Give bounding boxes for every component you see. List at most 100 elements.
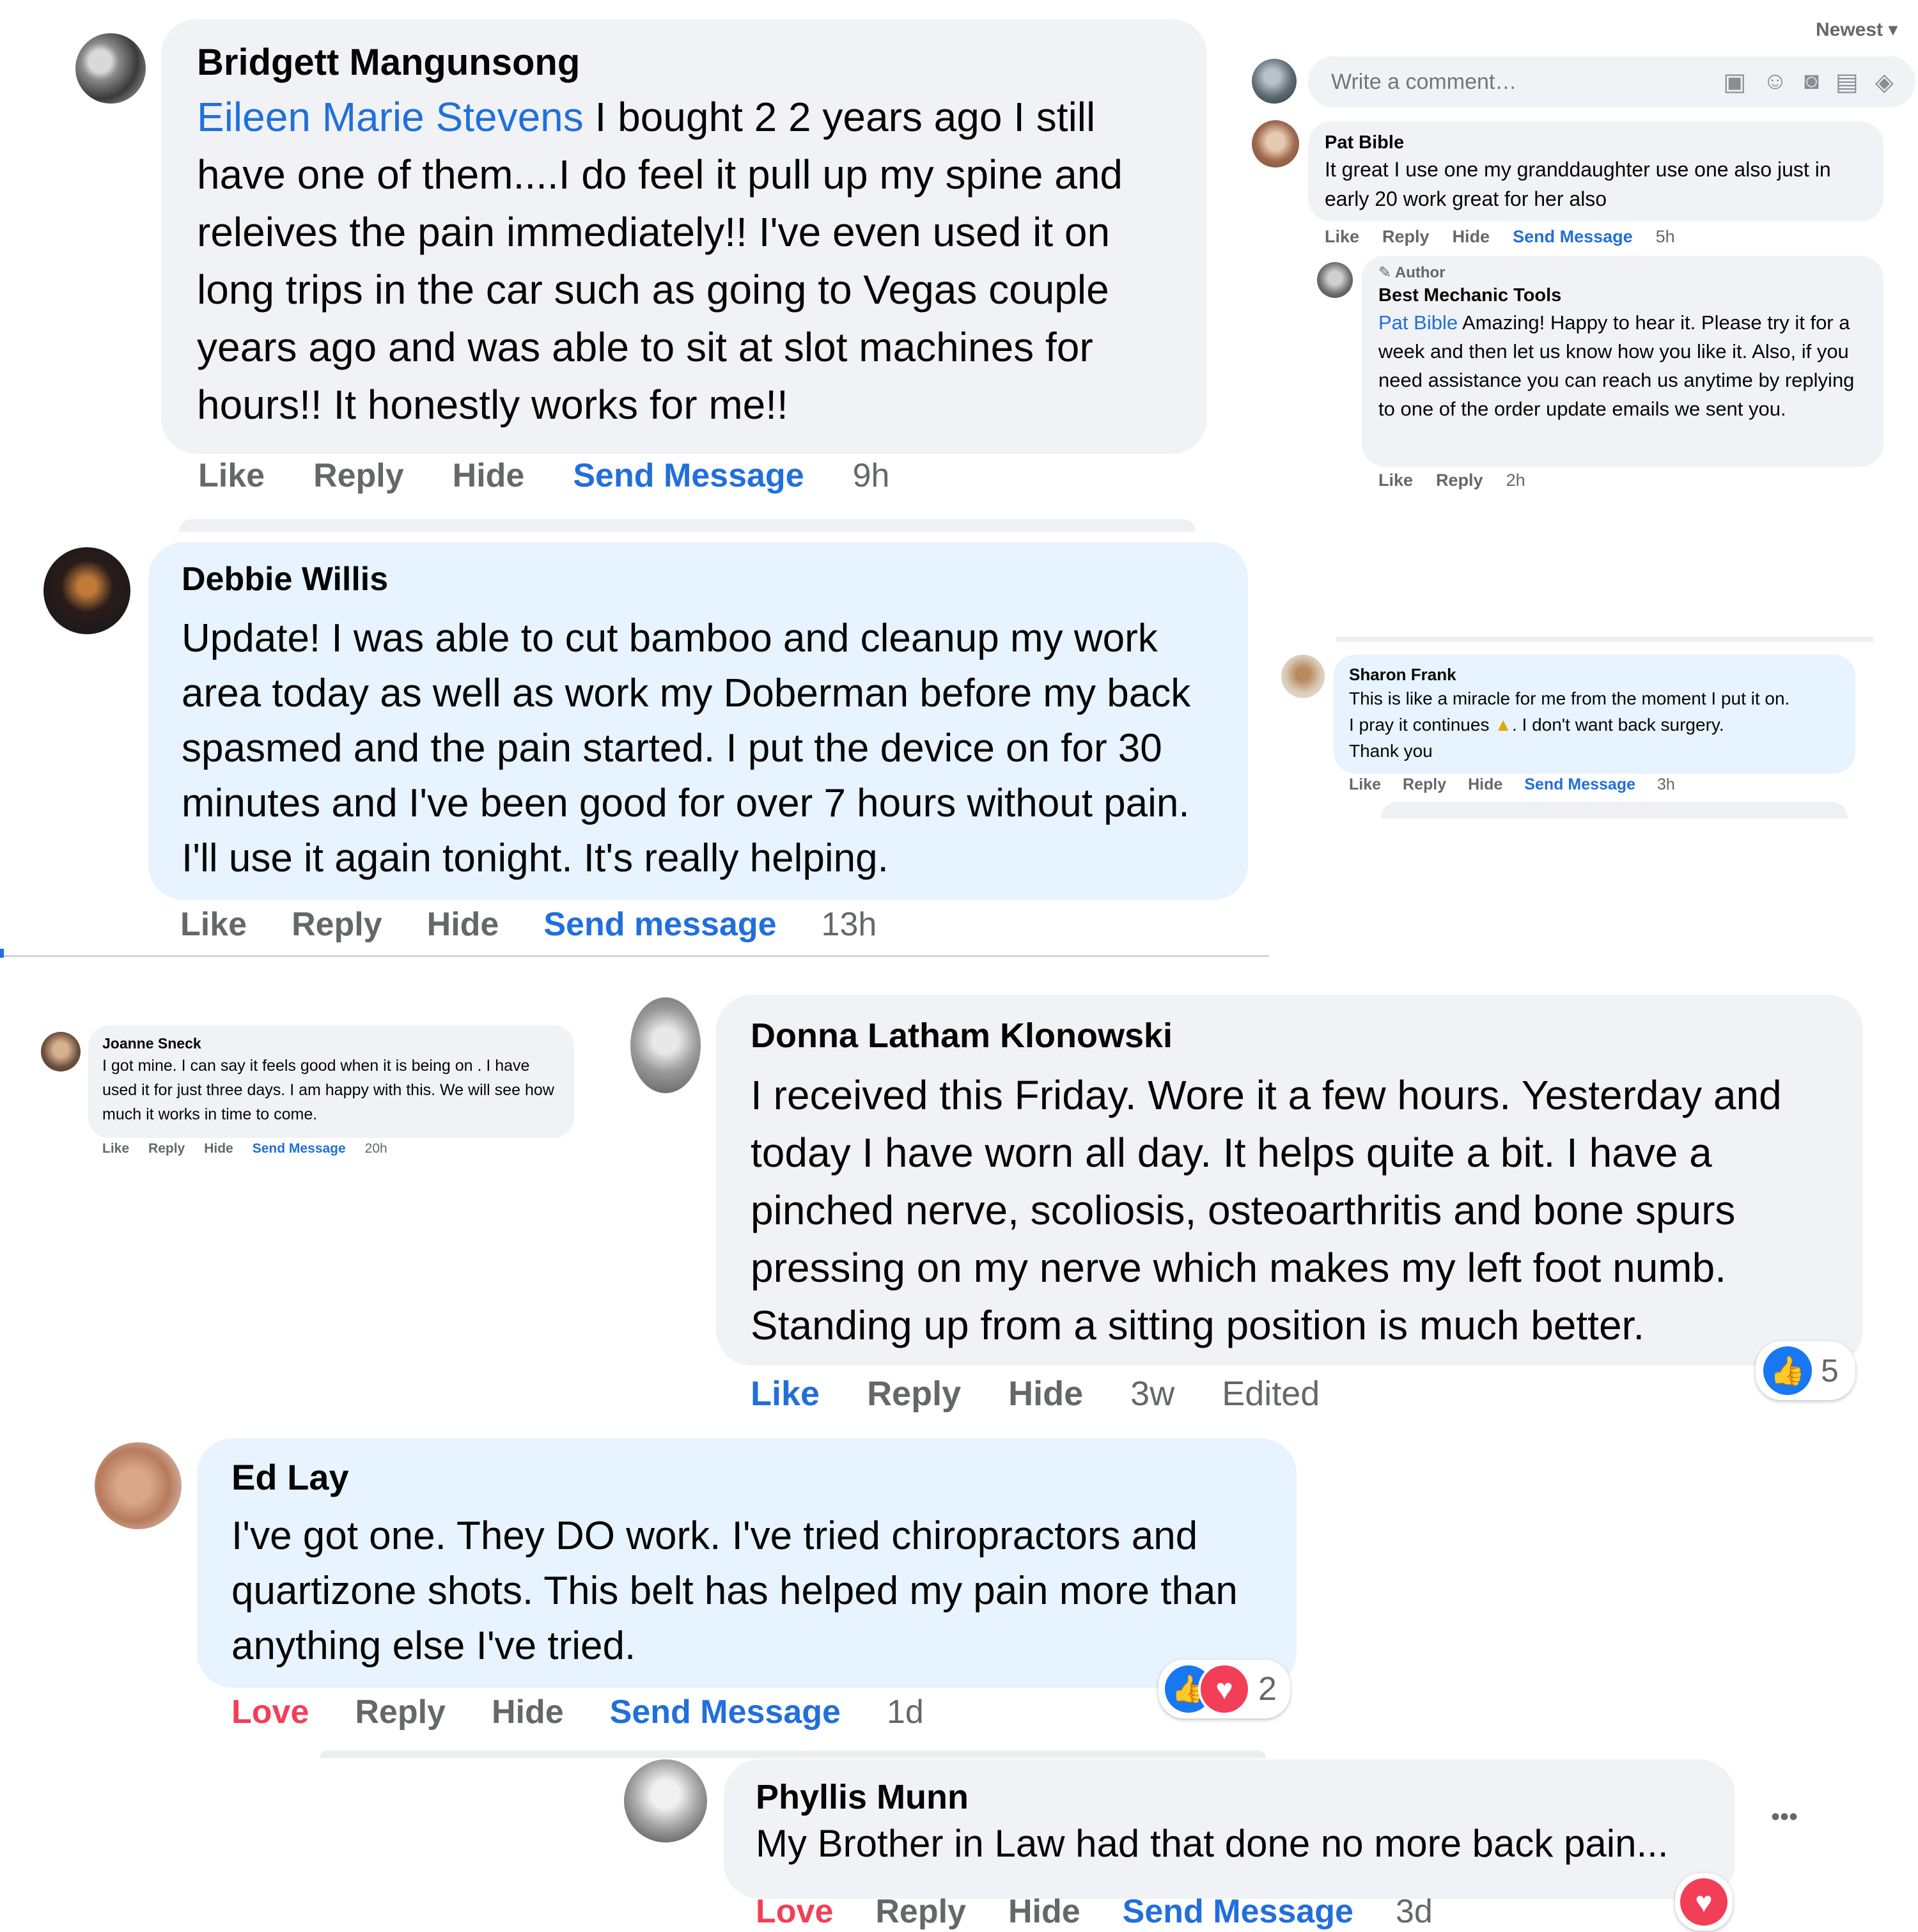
like-button[interactable]: Like <box>180 905 247 944</box>
comment-bubble-pat: Pat Bible It great I use one my granddau… <box>1308 121 1883 221</box>
reply-button[interactable]: Reply <box>875 1892 966 1931</box>
more-options-icon[interactable]: ••• <box>1771 1803 1798 1832</box>
send-message-button[interactable]: Send Message <box>573 456 804 495</box>
comment-bubble-ed: Ed Lay I've got one. They DO work. I've … <box>197 1438 1297 1688</box>
sort-dropdown[interactable]: Newest ▾ <box>1816 19 1898 41</box>
send-message-button[interactable]: Send Message <box>610 1693 841 1731</box>
comment-actions: Like Reply Hide Send Message 3h <box>1349 774 1675 795</box>
like-button[interactable]: Like <box>1378 471 1413 490</box>
love-button[interactable]: Love <box>231 1693 309 1731</box>
like-button[interactable]: Like <box>1349 775 1381 794</box>
comment-author[interactable]: Best Mechanic Tools <box>1378 283 1867 308</box>
like-button[interactable]: Like <box>1325 227 1359 247</box>
divider <box>179 519 1196 532</box>
reply-button[interactable]: Reply <box>148 1141 185 1157</box>
avatar[interactable] <box>75 33 146 104</box>
emoji-icon[interactable]: ☺ <box>1763 68 1788 97</box>
hide-button[interactable]: Hide <box>1453 227 1490 247</box>
reply-button[interactable]: Reply <box>1403 775 1446 794</box>
hide-button[interactable]: Hide <box>204 1141 233 1157</box>
reply-button[interactable]: Reply <box>355 1693 446 1731</box>
comment-author[interactable]: Joanne Sneck <box>102 1033 560 1054</box>
comment-body: . I don't want back surgery. <box>1511 715 1724 735</box>
hide-button[interactable]: Hide <box>492 1693 564 1731</box>
reaction-count: 2 <box>1258 1671 1277 1708</box>
comment-bubble-donna: Donna Latham Klonowski I received this F… <box>716 995 1863 1366</box>
comment-body: I got mine. I can say it feels good when… <box>102 1057 554 1123</box>
comment-body: I pray it continues <box>1349 715 1490 735</box>
comment-author[interactable]: Ed Lay <box>231 1456 1262 1499</box>
hide-button[interactable]: Hide <box>1468 775 1502 794</box>
send-message-button[interactable]: Send Message <box>1513 227 1633 247</box>
like-button[interactable]: Like <box>198 456 265 495</box>
comment-author[interactable]: Phyllis Munn <box>756 1776 1703 1818</box>
reaction-summary[interactable]: ♥ <box>1675 1873 1733 1931</box>
reply-button[interactable]: Reply <box>1436 471 1483 490</box>
reply-button[interactable]: Reply <box>1382 227 1430 247</box>
comment-author[interactable]: Debbie Willis <box>182 559 1215 600</box>
camera-icon[interactable]: ◙ <box>1804 68 1819 97</box>
avatar[interactable] <box>1252 120 1299 167</box>
comment-line: I pray it continues ▲. I don't want back… <box>1349 712 1840 738</box>
reply-button[interactable]: Reply <box>292 905 382 944</box>
comment-bubble-sharon: Sharon Frank This is like a miracle for … <box>1334 655 1855 774</box>
reaction-summary[interactable]: 👍 5 <box>1756 1341 1855 1400</box>
hide-button[interactable]: Hide <box>453 456 525 495</box>
comment-bubble-joanne: Joanne Sneck I got mine. I can say it fe… <box>88 1025 574 1138</box>
divider <box>1336 637 1873 642</box>
send-message-button[interactable]: Send message <box>543 905 776 944</box>
avatar[interactable] <box>41 1032 81 1071</box>
comment-author[interactable]: Bridgett Mangunsong <box>197 40 1171 86</box>
comment-actions: Love Reply Hide Send Message 3d <box>756 1891 1433 1932</box>
gif-icon[interactable]: ▤ <box>1836 68 1859 97</box>
comment-body: It great I use one my granddaughter use … <box>1325 158 1831 210</box>
hide-button[interactable]: Hide <box>1008 1892 1080 1931</box>
mention-link[interactable]: Eileen Marie Stevens <box>197 94 584 140</box>
reply-button[interactable]: Reply <box>313 456 404 495</box>
comment-body: Update! I was able to cut bamboo and cle… <box>182 616 1191 880</box>
avatar-sticker-icon[interactable]: ▣ <box>1723 68 1746 97</box>
avatar[interactable] <box>1317 262 1353 298</box>
comment-actions: Love Reply Hide Send Message 1d <box>231 1692 924 1733</box>
comment-actions: Like Reply Hide Send Message 5h <box>1325 225 1675 248</box>
chevron-down-icon: ▾ <box>1883 19 1898 40</box>
send-message-button[interactable]: Send Message <box>1123 1892 1353 1931</box>
send-message-button[interactable]: Send Message <box>253 1141 346 1157</box>
pencil-icon: ✎ <box>1378 264 1395 281</box>
comment-bubble-phyllis: Phyllis Munn My Brother in Law had that … <box>724 1759 1735 1899</box>
comment-text: Eileen Marie Stevens I bought 2 2 years … <box>197 88 1171 433</box>
avatar[interactable] <box>624 1759 707 1842</box>
comment-body: This is like a miracle for me from the m… <box>1349 689 1790 708</box>
hide-button[interactable]: Hide <box>427 905 499 944</box>
comment-bubble-debbie: Debbie Willis Update! I was able to cut … <box>148 542 1248 900</box>
like-button[interactable]: Like <box>751 1374 820 1414</box>
love-button[interactable]: Love <box>756 1892 833 1931</box>
timestamp: 2h <box>1506 470 1525 490</box>
hide-button[interactable]: Hide <box>1008 1374 1083 1414</box>
comment-author[interactable]: Donna Latham Klonowski <box>751 1014 1828 1057</box>
like-button[interactable]: Like <box>102 1141 129 1157</box>
comment-bubble-bridgett: Bridgett Mangunsong Eileen Marie Stevens… <box>161 19 1207 454</box>
avatar[interactable] <box>1252 59 1297 104</box>
comment-body: My Brother in Law had that done no more … <box>756 1822 1669 1865</box>
divider <box>320 1750 1266 1758</box>
send-message-button[interactable]: Send Message <box>1524 775 1635 794</box>
timestamp: 13h <box>821 906 877 943</box>
comment-actions: Like Reply Hide Send message 13h <box>180 904 877 945</box>
avatar[interactable] <box>630 997 701 1093</box>
comment-actions: Like Reply 2h <box>1378 469 1525 491</box>
comment-author[interactable]: Sharon Frank <box>1349 664 1840 685</box>
sticker-icon[interactable]: ◈ <box>1875 68 1894 97</box>
mention-link[interactable]: Pat Bible <box>1378 311 1458 334</box>
reply-button[interactable]: Reply <box>867 1374 961 1414</box>
reaction-summary[interactable]: 👍 ♥ 2 <box>1158 1660 1290 1718</box>
timestamp: 1d <box>886 1694 924 1731</box>
avatar[interactable] <box>1281 655 1325 698</box>
sort-label: Newest <box>1816 19 1883 40</box>
comment-bubble-author: ✎ Author Best Mechanic Tools Pat Bible A… <box>1362 256 1883 467</box>
avatar[interactable] <box>43 547 130 634</box>
avatar[interactable] <box>95 1442 182 1529</box>
comment-composer[interactable]: ▣ ☺ ◙ ▤ ◈ <box>1308 56 1915 107</box>
comment-input[interactable] <box>1330 68 1690 95</box>
comment-author[interactable]: Pat Bible <box>1325 130 1867 155</box>
